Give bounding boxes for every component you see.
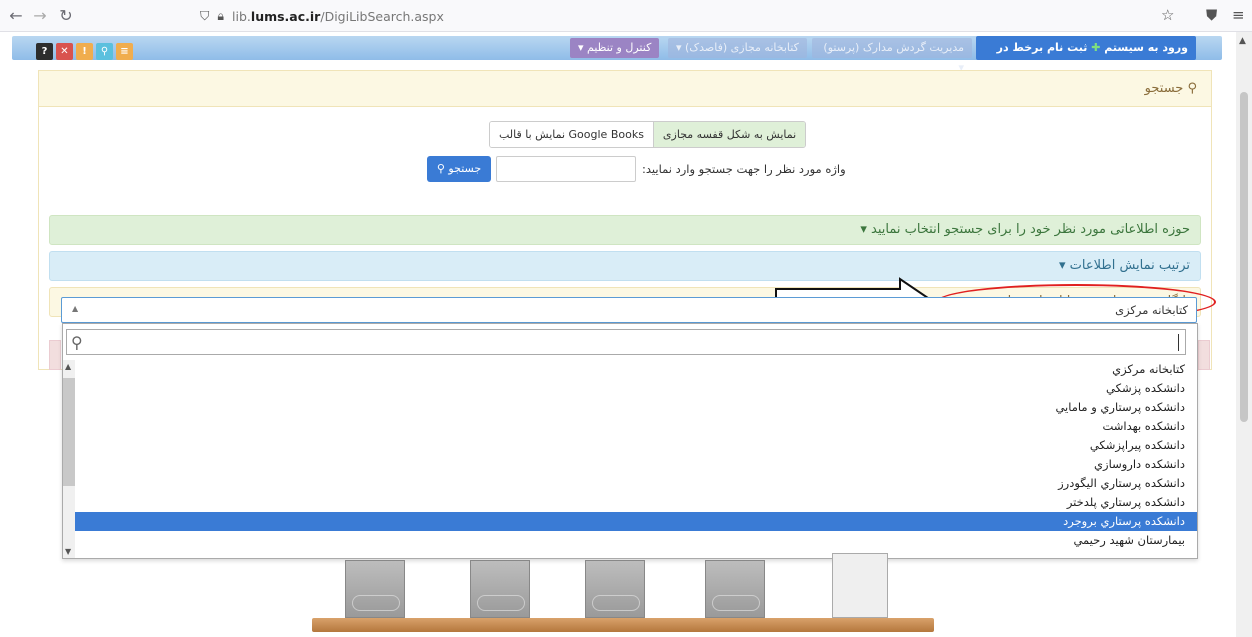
library-option[interactable]: بيمارستان شهيد رحيمي	[75, 531, 1197, 550]
search-panel-title: جستجو	[1144, 81, 1184, 96]
query-label: واژه مورد نظر را جهت جستجو وارد نمایید:	[642, 162, 846, 176]
menu-virtual-library[interactable]: کتابخانه مجازی (فاصدک) ▾	[668, 38, 807, 58]
field-select-bar[interactable]: حوزه اطلاعاتی مورد نظر خود را برای جستجو…	[49, 215, 1201, 245]
dropdown-search-input[interactable]: ⚲	[66, 329, 1186, 355]
scroll-down-icon[interactable]: ▼	[65, 547, 71, 556]
library-option[interactable]: دانشکده پرستاري بروجرد	[75, 512, 1197, 531]
view-mode-toggle: نمایش با قالب Google Books نمایش به شکل …	[489, 121, 807, 148]
scroll-up-icon[interactable]: ▲	[65, 362, 71, 371]
menu-circulation[interactable]: مدیریت گردش مدارک (پرستو) ▾	[812, 38, 972, 74]
library-option[interactable]: دانشکده داروسازي	[75, 455, 1197, 474]
shelf-book[interactable]	[585, 560, 645, 618]
library-option[interactable]: دانشکده بهداشت	[75, 417, 1197, 436]
menu-control-settings[interactable]: کنترل و تنظیم ▾	[570, 38, 660, 58]
list-icon[interactable]: ≡	[116, 43, 133, 60]
help-icon[interactable]: ?	[36, 43, 53, 60]
google-books-view-button[interactable]: نمایش با قالب Google Books	[490, 122, 653, 147]
library-option[interactable]: دانشکده پزشکي	[75, 379, 1197, 398]
address-bar[interactable]: ⛉ 🔒︎ lib.lums.ac.ir/DigiLibSearch.aspx	[200, 5, 444, 27]
back-icon[interactable]: ←	[6, 6, 26, 26]
text-cursor	[1178, 334, 1179, 351]
library-option[interactable]: دانشکده پرستاري و مامايي	[75, 398, 1197, 417]
shelf-book[interactable]	[705, 560, 765, 618]
url-domain: lib.	[232, 8, 251, 24]
shelf-book[interactable]	[345, 560, 405, 618]
library-option[interactable]: دانشکده پيراپزشکي	[75, 436, 1197, 455]
bookshelf-plank	[312, 618, 934, 632]
lock-icon: 🔒︎	[217, 8, 225, 23]
browser-toolbar: ← → ↻ ⛉ 🔒︎ lib.lums.ac.ir/DigiLibSearch.…	[0, 0, 1252, 32]
search-icon[interactable]: ⚲	[96, 43, 113, 60]
menu-icon[interactable]: ≡	[1232, 6, 1245, 24]
library-options-list: کتابخانه مرکزي دانشکده پزشکي دانشکده پرس…	[75, 360, 1197, 550]
shield-icon: ⛉	[200, 8, 210, 23]
shelf-book[interactable]	[832, 553, 888, 618]
forward-icon[interactable]: →	[30, 6, 50, 26]
search-icon: ⚲	[1183, 81, 1197, 96]
search-button-label: جستجو	[448, 162, 482, 175]
library-option[interactable]: دانشکده پرستاري اليگودرز	[75, 474, 1197, 493]
search-button[interactable]: ⚲ جستجو	[427, 156, 491, 182]
query-row: ⚲ جستجو واژه مورد نظر را جهت جستجو وارد …	[424, 156, 884, 182]
order-bar[interactable]: ترتیب نمایش اطلاعات ▾	[49, 251, 1201, 281]
pocket-icon[interactable]: ⛊	[1206, 6, 1217, 24]
virtual-shelf-view-button[interactable]: نمایش به شکل قفسه مجازی	[652, 122, 806, 147]
search-panel-header: ⚲ جستجو	[39, 71, 1211, 107]
magnifier-icon: ⚲	[71, 333, 83, 352]
reload-icon[interactable]: ↻	[56, 6, 76, 26]
page-scrollbar[interactable]: ▲	[1236, 32, 1252, 637]
library-select[interactable]: ▲ کتابخانه مرکزی	[61, 297, 1197, 323]
bookmark-star-icon[interactable]: ☆	[1161, 6, 1174, 24]
caret-up-icon: ▲	[72, 304, 79, 313]
info-icon[interactable]: !	[76, 43, 93, 60]
quick-buttons: ? ✕ ! ⚲ ≡	[36, 43, 133, 60]
alert-strip-right	[1198, 340, 1210, 370]
close-icon[interactable]: ✕	[56, 43, 73, 60]
library-option[interactable]: کتابخانه مرکزي	[75, 360, 1197, 379]
library-dropdown: ⚲ ▲ ▼ کتابخانه مرکزي دانشکده پزشکي دانشک…	[62, 323, 1198, 559]
login-link[interactable]: ورود به سیستم	[1104, 41, 1188, 54]
url-host: lums.ac.ir	[250, 8, 321, 24]
shelf-book[interactable]	[470, 560, 530, 618]
url-path: /DigiLibSearch.aspx	[320, 8, 444, 24]
search-input[interactable]	[496, 156, 636, 182]
scroll-thumb[interactable]	[1240, 92, 1248, 422]
scroll-up-icon[interactable]: ▲	[1239, 36, 1246, 46]
library-select-value: کتابخانه مرکزی	[1115, 303, 1188, 317]
plus-icon: ✚	[1087, 41, 1101, 54]
dropdown-scrollbar[interactable]: ▲ ▼	[63, 360, 75, 558]
login-register-bar: ورود به سیستم ✚ ثبت نام برخط در کتابخانه	[976, 36, 1196, 78]
alert-strip-left	[49, 340, 61, 370]
library-option[interactable]: دانشکده پرستاري پلدختر	[75, 493, 1197, 512]
dropdown-scroll-thumb[interactable]	[63, 378, 75, 486]
